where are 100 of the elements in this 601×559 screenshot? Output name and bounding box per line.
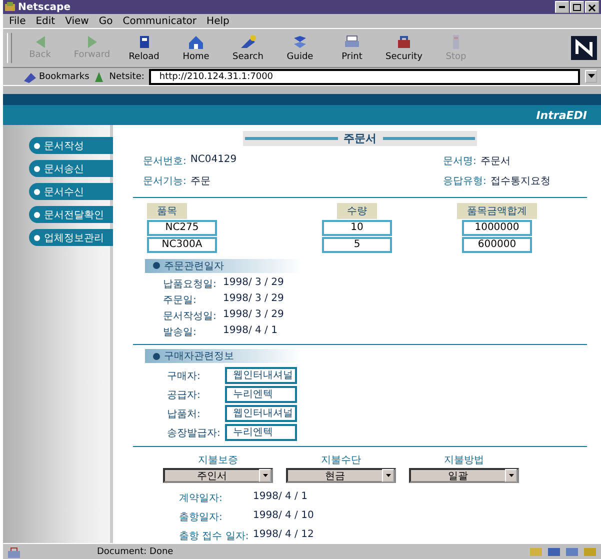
column-header: 품목	[147, 202, 187, 219]
value-field: 누리엔텍	[225, 386, 297, 404]
toolbar-button[interactable]: Security	[380, 31, 428, 65]
date-label: 계약일자:	[179, 492, 224, 506]
date-value: 1998/ 4 / 1	[253, 491, 308, 504]
bullet-icon	[153, 262, 160, 270]
field-label: 문서번호:	[143, 155, 186, 168]
date-label: 출항 접수 일자:	[179, 530, 250, 544]
table-cell: 600000	[462, 236, 532, 253]
column-header: 수량	[337, 202, 377, 219]
date-label: 납품요청일:	[163, 278, 218, 291]
menu-item[interactable]: Help	[206, 16, 230, 26]
status-text: Document: Done	[97, 546, 174, 556]
table-cell: NC275	[147, 220, 217, 236]
dropdown-button[interactable]	[585, 70, 597, 83]
field-label: 응답유형:	[443, 175, 486, 188]
caret-icon	[386, 474, 390, 478]
dropdown[interactable]: 현금	[286, 468, 396, 484]
maximize-button[interactable]	[570, 1, 584, 13]
menu-item[interactable]: File	[9, 16, 26, 26]
bullet-icon	[153, 352, 160, 360]
dropdown-value: 일괄	[447, 470, 469, 483]
section-title: 구매자관련정보	[164, 350, 234, 364]
bookmark-icon	[23, 70, 37, 82]
dropdown-value: 주인서	[196, 470, 228, 483]
location-icon	[94, 70, 104, 82]
bookmarks-button[interactable]: Bookmarks	[23, 70, 90, 82]
caret-icon	[262, 474, 268, 478]
close-button[interactable]	[585, 1, 599, 13]
table-cell: 10	[322, 220, 392, 236]
caret-icon	[508, 474, 514, 478]
menu-item[interactable]: View	[65, 16, 89, 26]
close-icon	[586, 2, 598, 12]
table-cell: 5	[322, 236, 392, 253]
value-field: 누리엔텍	[225, 424, 297, 442]
bullet-icon	[34, 212, 40, 218]
bullet-icon	[34, 166, 40, 172]
toolbar-button[interactable]: Home	[172, 31, 220, 65]
party-label: 구매자:	[167, 370, 202, 383]
toolbar-button[interactable]: Guide	[276, 31, 324, 65]
date-value: 1998/ 4 / 1	[223, 324, 278, 338]
field-label: 문서명:	[443, 155, 476, 168]
right-arrow-icon	[88, 36, 96, 48]
netscape-logo	[571, 36, 597, 60]
security-icon	[7, 546, 21, 558]
date-value: 1998/ 3 / 29	[223, 308, 284, 322]
table-cell: NC300A	[147, 236, 217, 253]
app-icon	[5, 2, 15, 12]
section-title: 주문관련일자	[164, 260, 224, 273]
date-label: 주문일:	[163, 294, 198, 307]
document-title: 주문서	[344, 131, 376, 146]
padlock-icon	[395, 34, 413, 50]
toolbar-button[interactable]: Search	[224, 31, 272, 65]
menu-item[interactable]: Edit	[36, 16, 56, 26]
nav-button[interactable]: 문서작성	[29, 137, 115, 154]
dropdown[interactable]: 일괄	[409, 468, 519, 484]
table-cell: 1000000	[462, 220, 532, 236]
bullet-icon	[34, 188, 40, 194]
window-title: Netscape	[18, 2, 72, 12]
value-field: 웹인터내셔널	[225, 367, 297, 384]
dropdown-value: 현금	[324, 470, 346, 483]
caret-icon	[588, 74, 594, 79]
menu-item[interactable]: Communicator	[122, 16, 197, 26]
party-label: 납품처:	[167, 408, 202, 421]
location-label: Netsite:	[109, 72, 144, 82]
left-arrow-icon	[36, 36, 44, 48]
nav-button[interactable]: 문서전달확인	[29, 206, 115, 223]
minimize-icon	[559, 6, 565, 8]
home-icon	[187, 34, 205, 50]
printer-icon	[343, 34, 361, 50]
nav-button[interactable]: 업체정보관리	[29, 229, 115, 246]
date-value: 1998/ 4 / 12	[253, 529, 314, 542]
brand-name: IntraEDI	[536, 109, 587, 122]
field-value: 주문서	[480, 155, 510, 168]
toolbar-button[interactable]: Reload	[120, 31, 168, 65]
party-label: 송장발급자:	[167, 426, 222, 440]
column-header: 품목금액합계	[457, 202, 537, 219]
date-value: 1998/ 3 / 29	[223, 292, 284, 306]
bullet-icon	[34, 142, 40, 148]
field-value: 주문	[190, 175, 210, 188]
field-value: 접수통지요청	[490, 175, 550, 188]
party-label: 공급자:	[167, 388, 202, 402]
field-label: 문서기능:	[143, 175, 186, 188]
minimize-button[interactable]	[555, 1, 569, 13]
nav-button[interactable]: 문서수신	[29, 183, 115, 200]
toolbar-button[interactable]: Print	[328, 31, 376, 65]
date-value: 1998/ 4 / 10	[253, 510, 314, 524]
dropdown-label: 지불보증	[198, 454, 238, 468]
date-label: 발송일:	[163, 326, 198, 339]
bullet-icon	[34, 234, 40, 240]
dropdown[interactable]: 주인서	[163, 468, 273, 484]
dropdown-label: 지불수단	[321, 454, 361, 468]
menu-item[interactable]: Go	[98, 16, 113, 26]
date-label: 출항일자:	[179, 511, 224, 524]
address-field[interactable]: http://210.124.31.1:7000	[149, 68, 580, 84]
search-icon	[239, 34, 257, 50]
dropdown-label: 지불방법	[444, 454, 484, 468]
date-label: 문서작성일:	[163, 310, 218, 323]
field-value: NC04129	[190, 154, 237, 167]
nav-button[interactable]: 문서송신	[29, 160, 115, 177]
